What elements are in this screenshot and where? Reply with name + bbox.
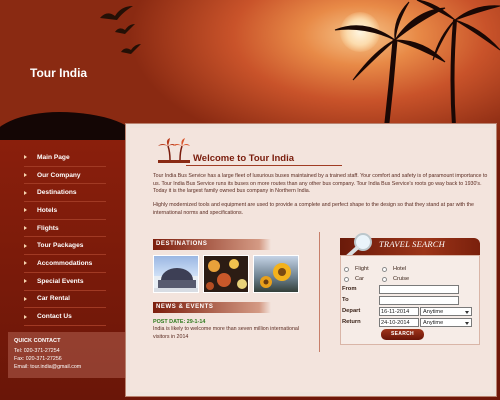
cruise-label: Cruise: [393, 276, 410, 282]
arrow-icon: [24, 190, 27, 195]
nav-item-tour-packages[interactable]: Tour Packages: [24, 237, 106, 256]
quick-contact-title: QUICK CONTACT: [14, 338, 61, 344]
nav-label: Flights: [37, 224, 59, 232]
flight-option[interactable]: Flight: [344, 266, 369, 272]
title-underline: [186, 165, 342, 166]
from-input[interactable]: [379, 285, 459, 294]
nav-label: Our Company: [37, 171, 81, 179]
return-date-input[interactable]: 24-10-2014: [379, 318, 419, 327]
depart-time-value: Anytime: [423, 309, 444, 315]
news-text: India is likely to welcome more than sev…: [153, 326, 300, 340]
nav-item-car-rental[interactable]: Car Rental: [24, 291, 106, 309]
sunflower-image: [260, 263, 291, 288]
nav-item-flights[interactable]: Flights: [24, 220, 106, 238]
return-label: Return: [342, 319, 361, 325]
welcome-paragraph-2: Highly modernized tools and equipment ar…: [153, 202, 474, 216]
column-divider: [319, 232, 320, 352]
news-events-heading: NEWS & EVENTS: [153, 302, 271, 313]
arrow-icon: [24, 296, 27, 301]
arrow-icon: [24, 243, 27, 248]
quick-contact-fax: Fax: 020-371-27256: [14, 355, 62, 362]
nav-item-special-events[interactable]: Special Events: [24, 273, 106, 291]
arrow-icon: [24, 279, 27, 284]
quick-contact-email[interactable]: Email: tour.india@gmail.com: [14, 363, 120, 371]
destination-thumbnail-flower[interactable]: [253, 255, 299, 293]
arrow-icon: [24, 208, 27, 213]
chevron-down-icon: [465, 310, 469, 314]
car-option[interactable]: Car: [344, 276, 364, 282]
search-button[interactable]: SEARCH: [381, 329, 424, 340]
cruise-option[interactable]: Cruise: [382, 276, 409, 282]
nav-label: Accommodations: [37, 259, 93, 267]
main-nav: Main Page Our Company Destinations Hotel…: [0, 149, 130, 326]
birds-icon: [100, 6, 141, 54]
destination-thumbnail-lights[interactable]: [203, 255, 249, 293]
to-label: To: [342, 297, 349, 303]
nav-item-our-company[interactable]: Our Company: [24, 167, 106, 185]
to-input[interactable]: [379, 296, 459, 305]
header-banner: Tour India: [0, 0, 500, 140]
festival-lights-image: [206, 259, 247, 290]
nav-item-main-page[interactable]: Main Page: [24, 149, 106, 167]
destination-thumbnail-dome[interactable]: [153, 255, 199, 293]
arrow-icon: [24, 261, 27, 266]
flight-radio[interactable]: [344, 266, 349, 272]
hotel-radio[interactable]: [382, 266, 387, 272]
flight-label: Flight: [355, 266, 369, 272]
arrow-icon: [24, 155, 27, 160]
arrow-icon: [24, 226, 27, 231]
dome-building-image: [154, 268, 198, 292]
site-title: Tour India: [30, 66, 88, 80]
quick-contact-box: QUICK CONTACT Tel: 020-371-27254 Fax: 02…: [8, 332, 126, 378]
nav-item-destinations[interactable]: Destinations: [24, 184, 106, 203]
nav-label: Special Events: [37, 277, 84, 285]
hotel-option[interactable]: Hotel: [382, 266, 406, 272]
car-label: Car: [355, 276, 365, 282]
hotel-label: Hotel: [393, 266, 407, 272]
nav-label: Destinations: [37, 189, 77, 197]
hill-silhouette: [0, 112, 140, 140]
nav-label: Main Page: [37, 153, 70, 161]
nav-label: Tour Packages: [37, 242, 84, 250]
nav-item-contact-us[interactable]: Contact Us: [24, 308, 106, 326]
arrow-icon: [24, 314, 27, 319]
from-label: From: [342, 286, 357, 292]
chevron-down-icon: [465, 321, 469, 325]
palm-trees-icon: [334, 0, 500, 140]
destinations-heading: DESTINATIONS: [153, 239, 271, 250]
depart-label: Depart: [342, 308, 361, 314]
return-time-select[interactable]: Anytime: [420, 318, 472, 327]
cruise-radio[interactable]: [382, 276, 387, 282]
nav-label: Car Rental: [37, 295, 70, 303]
travel-search-title: TRAVEL SEARCH: [379, 239, 446, 249]
car-radio[interactable]: [344, 276, 349, 282]
nav-label: Hotels: [37, 206, 58, 214]
news-post-date: POST DATE: 29-1-14: [153, 319, 206, 325]
nav-item-accommodations[interactable]: Accommodations: [24, 255, 106, 273]
palm-logo-icon: [158, 138, 190, 163]
depart-time-select[interactable]: Anytime: [420, 307, 472, 316]
quick-contact-tel: Tel: 020-371-27254: [14, 347, 60, 354]
nav-label: Contact Us: [37, 313, 72, 321]
return-time-value: Anytime: [423, 320, 444, 326]
depart-date-input[interactable]: 16-11-2014: [379, 307, 419, 316]
arrow-icon: [24, 173, 27, 178]
nav-item-hotels[interactable]: Hotels: [24, 202, 106, 220]
welcome-title: Welcome to Tour India: [193, 153, 294, 164]
welcome-paragraph-1: Tour India Bus Service has a large fleet…: [153, 173, 488, 195]
